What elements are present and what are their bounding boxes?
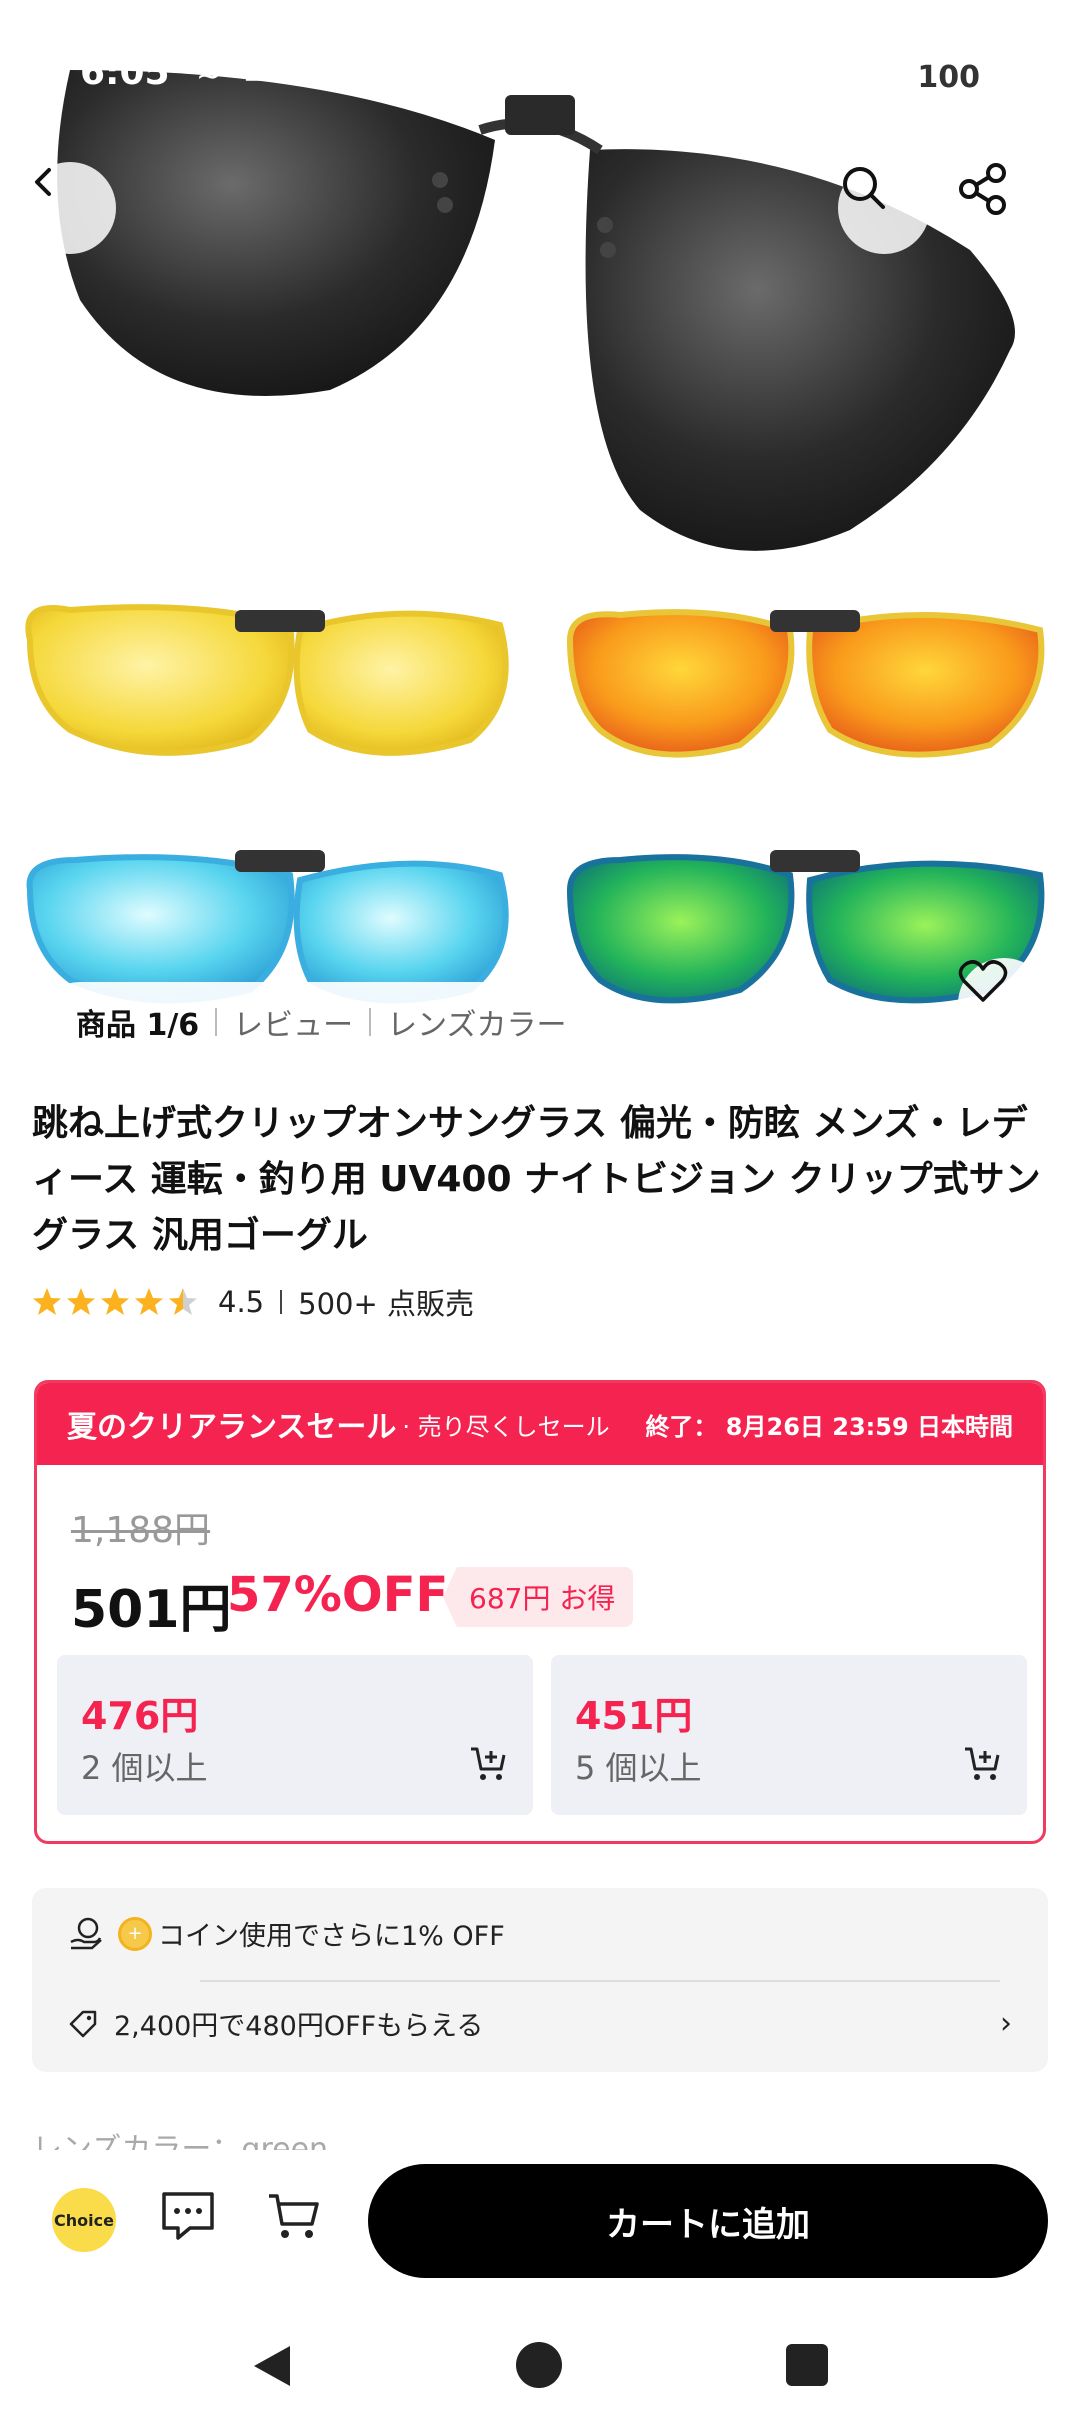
tag-icon (69, 2010, 97, 2037)
nav-home-icon[interactable] (516, 2342, 562, 2388)
sale-price-box: 夏のクリアランスセール · 売り尽くしセール 終了： 8月26日 23:59 日… (34, 1380, 1046, 1844)
sale-subtitle: · 売り尽くしセール (402, 1412, 610, 1441)
bulk-tier-5[interactable]: 451円 5 個以上 (551, 1655, 1027, 1815)
coupon-row[interactable]: 2,400円で480円OFFもらえる › (68, 2004, 1012, 2043)
status-bar: 6:05 ≈ ▭ ∵ 100 (0, 0, 1080, 150)
original-price: 1,188円 (71, 1510, 211, 1551)
bottom-action-bar: Choice カートに追加 (0, 2150, 1080, 2310)
chevron-left-icon (35, 168, 51, 196)
product-title: 跳ね上げ式クリップオンサングラス 偏光・防眩 メンズ・レディース 運転・釣り用 … (32, 1103, 1041, 1256)
current-price: 501円 (71, 1580, 232, 1640)
rating-value: 4.5 (218, 1285, 265, 1319)
discount-percent: 57%OFF (227, 1567, 449, 1623)
coin-discount-row[interactable]: + コイン使用でさらに1% OFF (68, 1914, 505, 1953)
share-icon (959, 163, 1006, 215)
choice-badge[interactable]: Choice (52, 2188, 116, 2252)
savings-badge: 687円 お得 (443, 1567, 634, 1627)
coin-hand-icon (70, 1917, 102, 1949)
sold-count: 500+ 点販売 (298, 1287, 474, 1321)
add-to-cart-icon[interactable] (469, 1745, 509, 1783)
tier-price: 476円 (81, 1694, 199, 1738)
search-icon (843, 167, 885, 209)
message-icon[interactable] (160, 2190, 216, 2242)
tab-divider (215, 1008, 218, 1036)
chevron-right-icon: › (1000, 2006, 1012, 2041)
add-to-cart-button[interactable]: カートに追加 (368, 2164, 1048, 2278)
coin-discount-text: コイン使用でさらに1% OFF (158, 1921, 505, 1952)
rating-row[interactable]: 4.5 500+ 点販売 (32, 1282, 474, 1322)
product-image-gallery[interactable]: 6:05 ≈ ▭ ∵ 100 商品 1/6 レビュー レンズカラー (0, 0, 1080, 1060)
tab-lens-color[interactable]: レンズカラー (387, 1000, 566, 1044)
coin-icon: + (118, 1916, 152, 1951)
tab-product-images[interactable]: 商品 1/6 (76, 1000, 199, 1044)
bed-icon: ▭ (243, 56, 272, 91)
coupon-box: + コイン使用でさらに1% OFF 2,400円で480円OFFもらえる › (32, 1888, 1048, 2072)
wifi-icon: ≈ (196, 56, 222, 91)
media-tabs: 商品 1/6 レビュー レンズカラー (40, 982, 603, 1060)
nav-back-icon[interactable] (250, 2342, 294, 2390)
star-icon (33, 1288, 61, 1315)
tab-divider (369, 1008, 372, 1036)
sync-icon: ∵ (293, 56, 313, 91)
divider (200, 1980, 1000, 1982)
rating-stars (32, 1287, 198, 1317)
tier-quantity: 2 個以上 (81, 1749, 208, 1787)
rating-divider (280, 1290, 283, 1314)
coupon-text: 2,400円で480円OFFもらえる (114, 2011, 484, 2042)
status-icons: ≈ ▭ ∵ (196, 56, 313, 91)
share-button[interactable] (956, 162, 1048, 254)
tier-quantity: 5 個以上 (575, 1749, 702, 1787)
heart-icon (958, 960, 1008, 1002)
add-to-cart-icon[interactable] (963, 1745, 1003, 1783)
sale-name: 夏のクリアランスセール (67, 1410, 397, 1445)
star-icon (135, 1288, 163, 1315)
nav-recents-icon[interactable] (786, 2344, 828, 2386)
sunglasses-image (25, 70, 1045, 1004)
star-icon (169, 1288, 197, 1315)
search-button[interactable] (838, 162, 930, 254)
status-time: 6:05 (80, 52, 170, 93)
bulk-tier-2[interactable]: 476円 2 個以上 (57, 1655, 533, 1815)
wishlist-button[interactable] (958, 958, 1050, 1050)
sale-banner: 夏のクリアランスセール · 売り尽くしセール 終了： 8月26日 23:59 日… (37, 1383, 1043, 1465)
star-icon (67, 1288, 95, 1315)
back-button[interactable] (24, 162, 116, 254)
system-nav-bar (0, 2310, 1080, 2424)
sale-end-time: 終了： 8月26日 23:59 日本時間 (645, 1412, 1013, 1441)
tier-price: 451円 (575, 1694, 693, 1738)
battery-level: 100 (917, 60, 980, 95)
tab-reviews[interactable]: レビュー (233, 1000, 353, 1044)
cart-icon[interactable] (266, 2190, 322, 2242)
star-icon (101, 1288, 129, 1315)
